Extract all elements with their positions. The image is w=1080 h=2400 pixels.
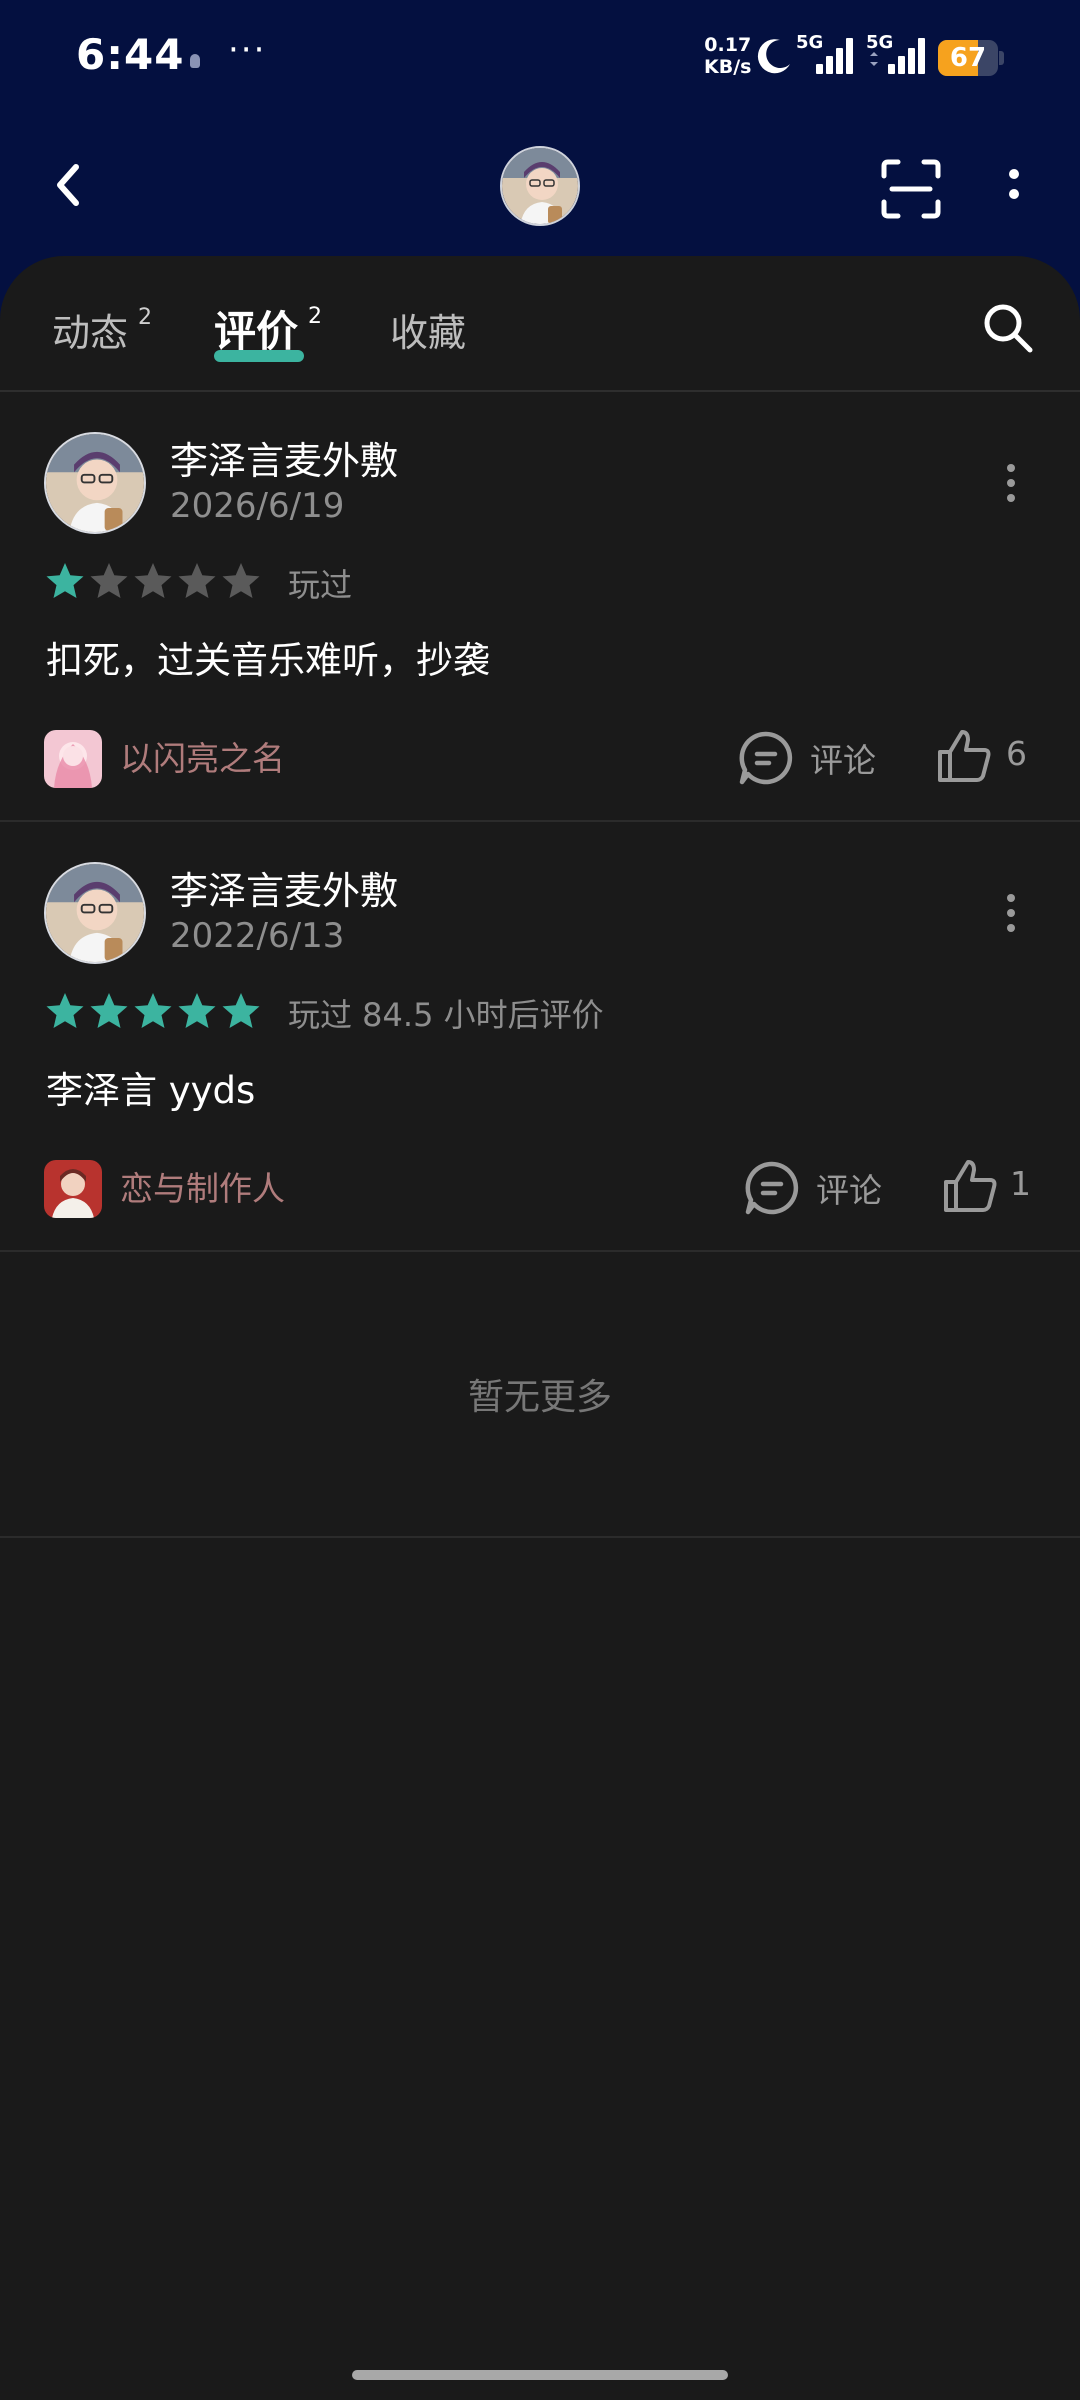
like-count: 1 (1010, 1164, 1031, 1203)
tab-bar: 动态 2 评价 2 收藏 (0, 256, 1080, 392)
status-bar: 6:44 ··· 0.17 KB/s 5G 5G 67 (0, 0, 1080, 120)
star-empty-icon (90, 563, 128, 598)
star-filled-icon (46, 993, 84, 1028)
reviewer-name[interactable]: 李泽言麦外敷 (170, 430, 398, 485)
avatar-image (46, 434, 144, 532)
network-speed-value: 0.17 (704, 34, 752, 56)
play-status: 玩过 (288, 566, 353, 604)
star-empty-icon (178, 563, 216, 598)
game-name[interactable]: 恋与制作人 (120, 1162, 285, 1210)
comment-icon[interactable] (742, 1158, 802, 1218)
review-text[interactable]: 扣死，过关音乐难听，抄袭 (46, 630, 490, 684)
tab-activity[interactable]: 动态 2 (52, 302, 152, 357)
status-time: 6:44 (76, 30, 185, 79)
network-speed-unit: KB/s (704, 56, 752, 78)
sim2-label: 5G (866, 32, 893, 53)
star-filled-icon (222, 993, 260, 1028)
status-more-icon: ··· (228, 30, 267, 70)
game-name[interactable]: 以闪亮之名 (120, 732, 285, 780)
star-filled-icon (90, 993, 128, 1028)
battery-icon: 67 (938, 40, 1004, 76)
more-vertical-icon[interactable] (994, 156, 1034, 222)
review-date: 2026/6/19 (170, 486, 345, 526)
notification-dot-icon (190, 54, 200, 68)
network-speed: 0.17 KB/s (704, 34, 751, 78)
top-navbar (0, 120, 1080, 260)
game-icon[interactable] (44, 1160, 102, 1218)
comment-button[interactable]: 评论 (816, 1164, 882, 1212)
tab-reviews-label: 评价 (214, 307, 299, 356)
play-status: 玩过 84.5 小时后评价 (288, 996, 604, 1034)
moon-icon (757, 39, 790, 74)
search-button[interactable] (980, 300, 1036, 356)
like-count: 6 (1006, 734, 1027, 773)
reviewer-avatar[interactable] (44, 862, 146, 964)
avatar-image (46, 864, 144, 962)
scan-button[interactable] (878, 156, 944, 222)
star-rating (44, 990, 264, 1032)
review-date: 2022/6/13 (170, 916, 345, 956)
thumbs-up-icon[interactable] (934, 726, 994, 786)
comment-icon[interactable] (736, 728, 796, 788)
review-card: 李泽言麦外敷 2022/6/13 玩过 84.5 小时后评价 李泽言 yyds … (0, 822, 1080, 1252)
scan-icon (881, 159, 941, 219)
review-card: 李泽言麦外敷 2026/6/19 玩过 扣死，过关音乐难听，抄袭 以闪亮之名 评… (0, 392, 1080, 822)
tab-favorites[interactable]: 收藏 (390, 302, 466, 357)
home-indicator[interactable] (352, 2370, 728, 2380)
star-empty-icon (222, 563, 260, 598)
tab-activity-label: 动态 (52, 311, 129, 355)
star-filled-icon (134, 993, 172, 1028)
game-icon[interactable] (44, 730, 102, 788)
divider (0, 1536, 1080, 1538)
no-more-text: 暂无更多 (467, 1377, 612, 1418)
review-text[interactable]: 李泽言 yyds (46, 1060, 255, 1114)
star-rating (44, 560, 264, 602)
tab-favorites-label: 收藏 (390, 311, 467, 355)
review-more-icon[interactable] (996, 458, 1026, 508)
tab-reviews-count: 2 (308, 304, 323, 329)
avatar-image (502, 148, 578, 224)
comment-button[interactable]: 评论 (810, 734, 876, 782)
review-more-icon[interactable] (996, 888, 1026, 938)
search-icon (984, 304, 1033, 353)
thumbs-up-icon[interactable] (940, 1156, 1000, 1216)
reviewer-avatar[interactable] (44, 432, 146, 534)
active-tab-indicator (214, 350, 304, 362)
star-filled-icon (46, 563, 84, 598)
tab-activity-count: 2 (138, 305, 153, 331)
signal-5g-icon: 5G (796, 32, 853, 74)
profile-avatar[interactable] (500, 146, 580, 226)
sim1-label: 5G (796, 32, 823, 53)
signal-5g-icon: 5G (866, 32, 925, 74)
reviewer-name[interactable]: 李泽言麦外敷 (170, 860, 398, 915)
star-empty-icon (134, 563, 172, 598)
star-filled-icon (178, 993, 216, 1028)
back-button[interactable] (40, 155, 100, 215)
battery-level: 67 (949, 43, 987, 73)
chevron-left-icon (57, 164, 79, 206)
content-sheet: 动态 2 评价 2 收藏 李泽言麦外敷 2026/6/19 玩过 扣死，过关音乐… (0, 256, 1080, 2400)
